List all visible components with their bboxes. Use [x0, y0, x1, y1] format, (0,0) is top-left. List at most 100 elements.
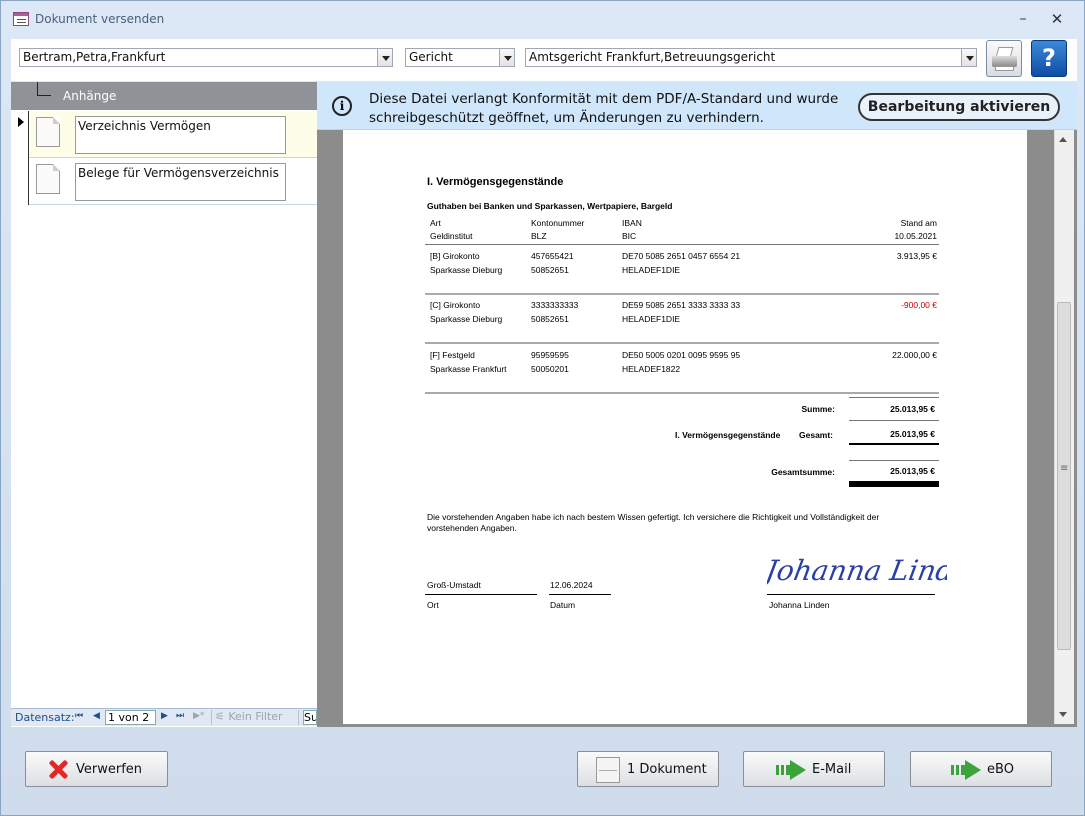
protected-view-message: Diese Datei verlangt Konformität mit dem…: [369, 91, 839, 126]
person-combo[interactable]: Bertram,Petra,Frankfurt: [19, 48, 393, 67]
title-bar: Dokument versenden – ✕: [1, 1, 1084, 37]
vertical-scrollbar[interactable]: [1054, 130, 1074, 724]
form-icon: [13, 12, 29, 26]
account-number: 95959595: [531, 350, 569, 360]
previous-record-button[interactable]: ◀: [93, 711, 100, 721]
first-record-button[interactable]: ⏮: [75, 711, 83, 721]
email-button[interactable]: E-Mail: [743, 751, 885, 787]
column-header-geldinstitut: Geldinstitut: [430, 231, 473, 241]
filter-icon: ⚟: [215, 710, 229, 723]
attachments-header: Anhänge: [11, 82, 317, 110]
recipient-type-value: Gericht: [409, 50, 453, 64]
info-icon: i: [332, 96, 352, 116]
account-number: 3333333333: [531, 300, 579, 310]
section-subheading: Guthaben bei Banken und Sparkassen, Wert…: [427, 201, 673, 211]
close-icon: [48, 759, 68, 779]
column-header-art: Art: [430, 218, 441, 228]
send-arrow-icon: [951, 760, 985, 780]
account-amount: -900,00 €: [901, 300, 937, 310]
account-bank: Sparkasse Dieburg: [430, 314, 503, 324]
place-value: Groß-Umstadt: [427, 580, 481, 590]
dialog-window: Dokument versenden – ✕ Bertram,Petra,Fra…: [0, 0, 1085, 816]
column-header-bic: BIC: [622, 231, 637, 241]
print-button[interactable]: [986, 40, 1022, 77]
account-bank: Sparkasse Dieburg: [430, 265, 503, 275]
document-icon: [36, 164, 60, 194]
account-type: [B] Girokonto: [430, 251, 480, 261]
last-record-button[interactable]: ⏭: [176, 711, 184, 721]
attachment-name-field[interactable]: Belege für Vermögensverzeichnis: [75, 163, 286, 201]
discard-button[interactable]: Verwerfen: [25, 751, 168, 787]
chevron-down-icon[interactable]: [961, 49, 976, 66]
toolbar: Bertram,Petra,Frankfurt Gericht Amtsgeri…: [11, 39, 1077, 81]
tree-connector-icon: [37, 82, 51, 96]
account-bic: HELADEF1822: [622, 364, 681, 374]
signature-image-text: Johanna Linden: [767, 554, 947, 587]
recipient-combo[interactable]: Amtsgericht Frankfurt,Betreuungsgericht: [525, 48, 977, 67]
account-type: [F] Festgeld: [430, 350, 475, 360]
list-item[interactable]: Verzeichnis Vermögen: [11, 111, 317, 158]
account-bank: Sparkasse Frankfurt: [430, 364, 507, 374]
attachments-header-label: Anhänge: [63, 89, 117, 103]
scroll-down-icon[interactable]: [1059, 712, 1067, 717]
section-heading: I. Vermögensgegenstände: [427, 176, 564, 188]
account-blz: 50852651: [531, 314, 569, 324]
help-button[interactable]: ?: [1031, 40, 1067, 77]
next-record-button[interactable]: ▶: [161, 711, 168, 721]
date-value: 12.06.2024: [550, 580, 593, 590]
declaration-text-2: vorstehenden Angaben.: [427, 523, 517, 533]
total-value: 25.013,95 €: [890, 429, 935, 439]
record-selector[interactable]: [11, 111, 29, 158]
account-number: 457655421: [531, 251, 574, 261]
grand-total-value: 25.013,95 €: [890, 466, 935, 476]
filter-button[interactable]: ⚟ Kein Filter: [211, 710, 299, 725]
ebo-button[interactable]: eBO: [910, 751, 1052, 787]
chevron-down-icon[interactable]: [377, 49, 392, 66]
place-label: Ort: [427, 600, 439, 610]
account-blz: 50852651: [531, 265, 569, 275]
send-arrow-icon: [776, 760, 810, 780]
total-group-label: I. Vermögensgegenstände: [675, 430, 781, 440]
total-label: Gesamt:: [799, 430, 834, 440]
column-header-stand: Stand am: [900, 218, 937, 228]
account-iban: DE70 5085 2651 0457 6554 21: [622, 251, 741, 261]
scroll-thumb[interactable]: [1057, 302, 1071, 650]
minimize-button[interactable]: –: [1011, 9, 1035, 29]
record-label: Datensatz:: [15, 711, 75, 724]
scroll-up-icon[interactable]: [1059, 137, 1067, 142]
pdf-viewer: i Diese Datei verlangt Konformität mit d…: [317, 82, 1077, 727]
list-item[interactable]: Belege für Vermögensverzeichnis: [11, 158, 317, 205]
new-record-button[interactable]: ▶*: [193, 711, 204, 721]
help-icon: ?: [1042, 44, 1056, 72]
column-header-iban: IBAN: [622, 218, 642, 228]
record-selector[interactable]: [11, 158, 29, 205]
documents-button[interactable]: 1 Dokument: [577, 751, 719, 787]
account-blz: 50050201: [531, 364, 569, 374]
discard-button-label: Verwerfen: [76, 762, 143, 777]
account-bic: HELADEF1DIE: [622, 265, 681, 275]
signature: Johanna Linden: [767, 554, 947, 587]
close-button[interactable]: ✕: [1045, 9, 1069, 29]
search-input[interactable]: Su: [303, 710, 317, 725]
protected-view-bar: i Diese Datei verlangt Konformität mit d…: [317, 82, 1077, 130]
sum-value: 25.013,95 €: [890, 404, 935, 414]
account-iban: DE50 5005 0201 0095 9595 95: [622, 350, 741, 360]
account-bic: HELADEF1DIE: [622, 314, 681, 324]
date-label: Datum: [550, 600, 576, 610]
filter-label: Kein Filter: [228, 710, 283, 723]
column-header-date: 10.05.2021: [894, 231, 937, 241]
email-button-label: E-Mail: [812, 762, 852, 777]
record-position-input[interactable]: 1 von 2: [105, 710, 156, 725]
pdf-page: I. Vermögensgegenstände Guthaben bei Ban…: [343, 130, 1027, 724]
account-amount: 22.000,00 €: [892, 350, 937, 360]
enable-editing-button[interactable]: Bearbeitung aktivieren: [858, 93, 1060, 121]
account-amount: 3.913,95 €: [896, 251, 937, 261]
attachment-name-field[interactable]: Verzeichnis Vermögen: [75, 116, 286, 154]
window-title: Dokument versenden: [35, 12, 165, 26]
chevron-down-icon[interactable]: [499, 49, 514, 66]
grand-total-label: Gesamtsumme:: [771, 467, 835, 477]
record-navigation: Datensatz: ⏮ ◀ 1 von 2 ▶ ⏭ ▶* ⚟ Kein Fil…: [11, 708, 317, 726]
recipient-type-combo[interactable]: Gericht: [405, 48, 515, 67]
documents-button-label: 1 Dokument: [627, 762, 707, 777]
signature-name: Johanna Linden: [769, 600, 830, 610]
